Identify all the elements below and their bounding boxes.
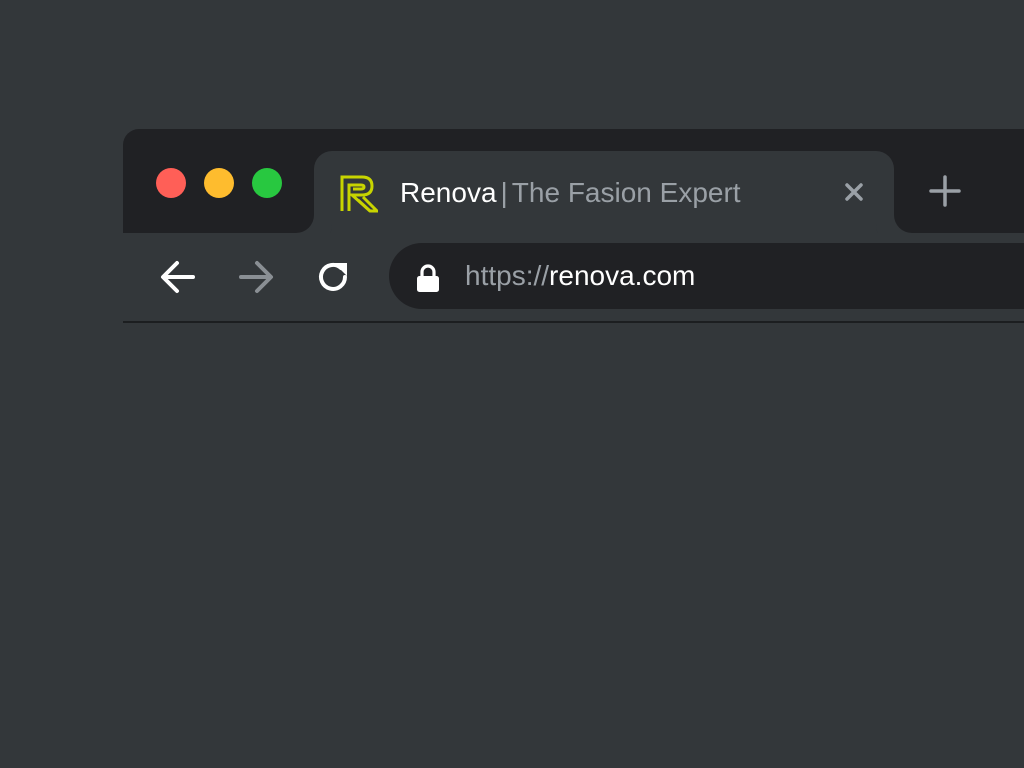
url-text[interactable]: https://renova.com [465, 256, 695, 296]
tab-strip: Renova | The Fasion Expert [123, 129, 1024, 233]
address-bar[interactable]: https://renova.com [389, 243, 1024, 309]
window-minimize-button[interactable] [204, 168, 234, 198]
reload-icon[interactable] [313, 257, 353, 297]
url-host: renova.com [549, 260, 696, 291]
arrow-right-icon[interactable] [236, 257, 276, 297]
tab-title-site: Renova [400, 177, 497, 208]
lock-icon[interactable] [415, 263, 441, 293]
url-scheme: https:// [465, 260, 550, 291]
close-icon[interactable] [840, 178, 868, 206]
renova-logo-icon [340, 173, 381, 213]
window-close-button[interactable] [156, 168, 186, 198]
tab-title: Renova | The Fasion Expert [400, 173, 741, 213]
toolbar: https://renova.com [123, 233, 1024, 323]
plus-icon[interactable] [927, 173, 963, 209]
browser-window: Renova | The Fasion Expert https://renov… [123, 129, 1024, 768]
page-content-area [123, 323, 1024, 768]
tab-title-subtitle: The Fasion Expert [511, 177, 741, 208]
tab-title-separator: | [500, 177, 508, 208]
window-maximize-button[interactable] [252, 168, 282, 198]
tab-renova[interactable]: Renova | The Fasion Expert [314, 151, 894, 233]
arrow-left-icon[interactable] [158, 257, 198, 297]
